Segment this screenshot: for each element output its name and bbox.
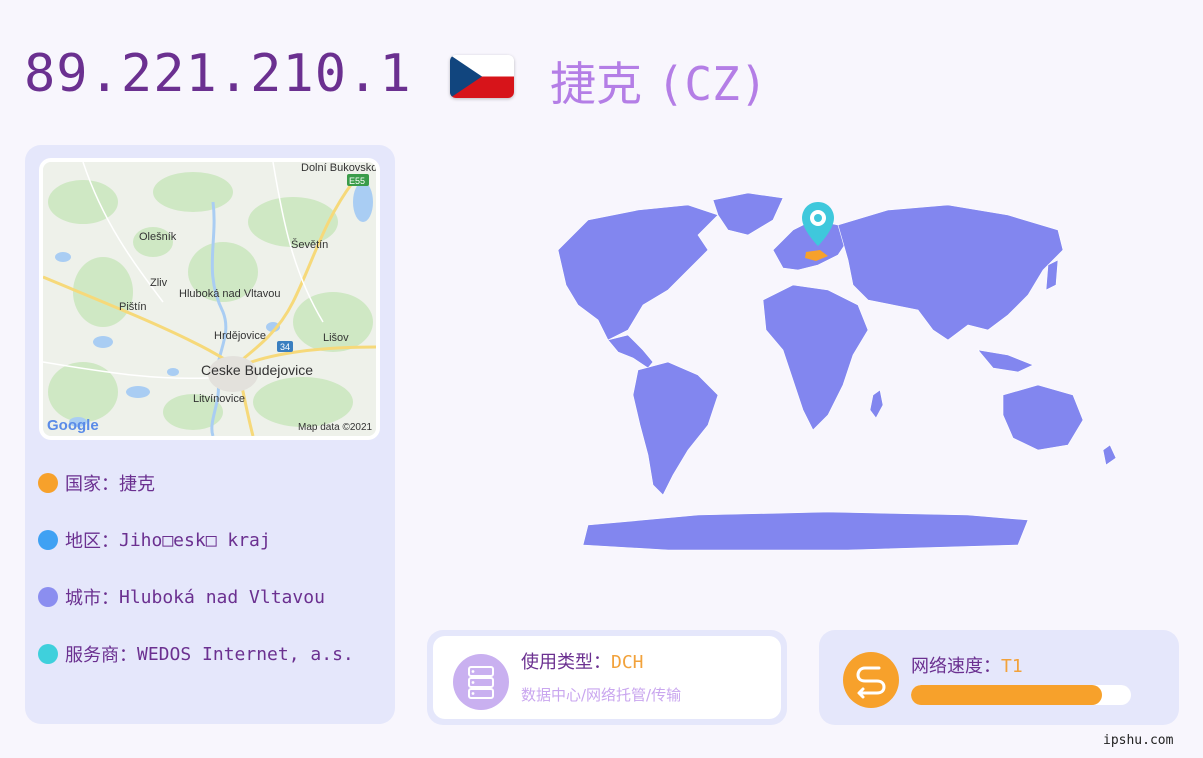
map-city-label: Ceske Budejovice — [201, 362, 313, 378]
country-value: 捷克 — [119, 474, 155, 495]
speed-progress-fill — [911, 685, 1103, 705]
google-logo: Google — [47, 417, 99, 434]
country-code: (CZ) — [656, 57, 768, 111]
map-label: Lišov — [323, 332, 349, 344]
network-speed-title: 网络速度：T1 — [911, 656, 1023, 677]
country-dot-icon — [38, 473, 58, 493]
isp-dot-icon — [38, 644, 58, 664]
info-country: 国家： 捷克 — [38, 470, 155, 496]
location-map[interactable]: Dolní Bukovsko E55 Olešník Ševětín Zliv … — [39, 158, 380, 440]
map-label: Dolní Bukovsko — [301, 162, 376, 174]
network-speed-value: T1 — [1001, 656, 1023, 677]
map-road-label: E55 — [349, 176, 365, 186]
usage-type-description: 数据中心/网络托管/传输 — [521, 686, 682, 704]
map-label: Pištín — [119, 301, 147, 313]
city-value: Hluboká nad Vltavou — [119, 586, 325, 608]
info-city: 城市： Hluboká nad Vltavou — [38, 584, 325, 610]
usage-type-value: DCH — [611, 652, 644, 673]
location-card: Dolní Bukovsko E55 Olešník Ševětín Zliv … — [25, 145, 395, 724]
isp-value: WEDOS Internet, a.s. — [137, 643, 354, 665]
info-isp: 服务商： WEDOS Internet, a.s. — [38, 641, 354, 667]
country-name: 捷克 — [550, 57, 642, 111]
usage-type-title: 使用类型：DCH — [521, 652, 644, 673]
speed-progress-bar — [911, 685, 1131, 705]
map-canvas: Dolní Bukovsko E55 Olešník Ševětín Zliv … — [43, 162, 376, 436]
map-attribution: Map data ©2021 — [298, 422, 373, 433]
czech-flag-icon — [450, 55, 514, 98]
usage-type-card: 使用类型：DCH 数据中心/网络托管/传输 — [427, 630, 787, 725]
map-label: Zliv — [150, 277, 168, 289]
info-region: 地区： Jiho□esk□ kraj — [38, 527, 271, 553]
server-icon — [453, 654, 509, 710]
speed-icon — [843, 652, 899, 708]
map-label: Olešník — [139, 231, 177, 243]
watermark[interactable]: ipshu.com — [1103, 733, 1173, 748]
ip-address: 89.221.210.1 — [24, 44, 412, 104]
city-dot-icon — [38, 587, 58, 607]
map-label: Hrdějovice — [214, 330, 266, 342]
country-title: 捷克 (CZ) — [550, 48, 767, 114]
map-road-label: 34 — [280, 342, 290, 352]
network-speed-card: 网络速度：T1 — [819, 630, 1179, 725]
region-value: Jiho□esk□ kraj — [119, 529, 271, 551]
region-dot-icon — [38, 530, 58, 550]
world-map — [548, 190, 1148, 555]
map-label: Ševětín — [291, 238, 328, 251]
map-label: Litvínovice — [193, 393, 245, 405]
map-label: Hluboká nad Vltavou — [179, 288, 281, 300]
